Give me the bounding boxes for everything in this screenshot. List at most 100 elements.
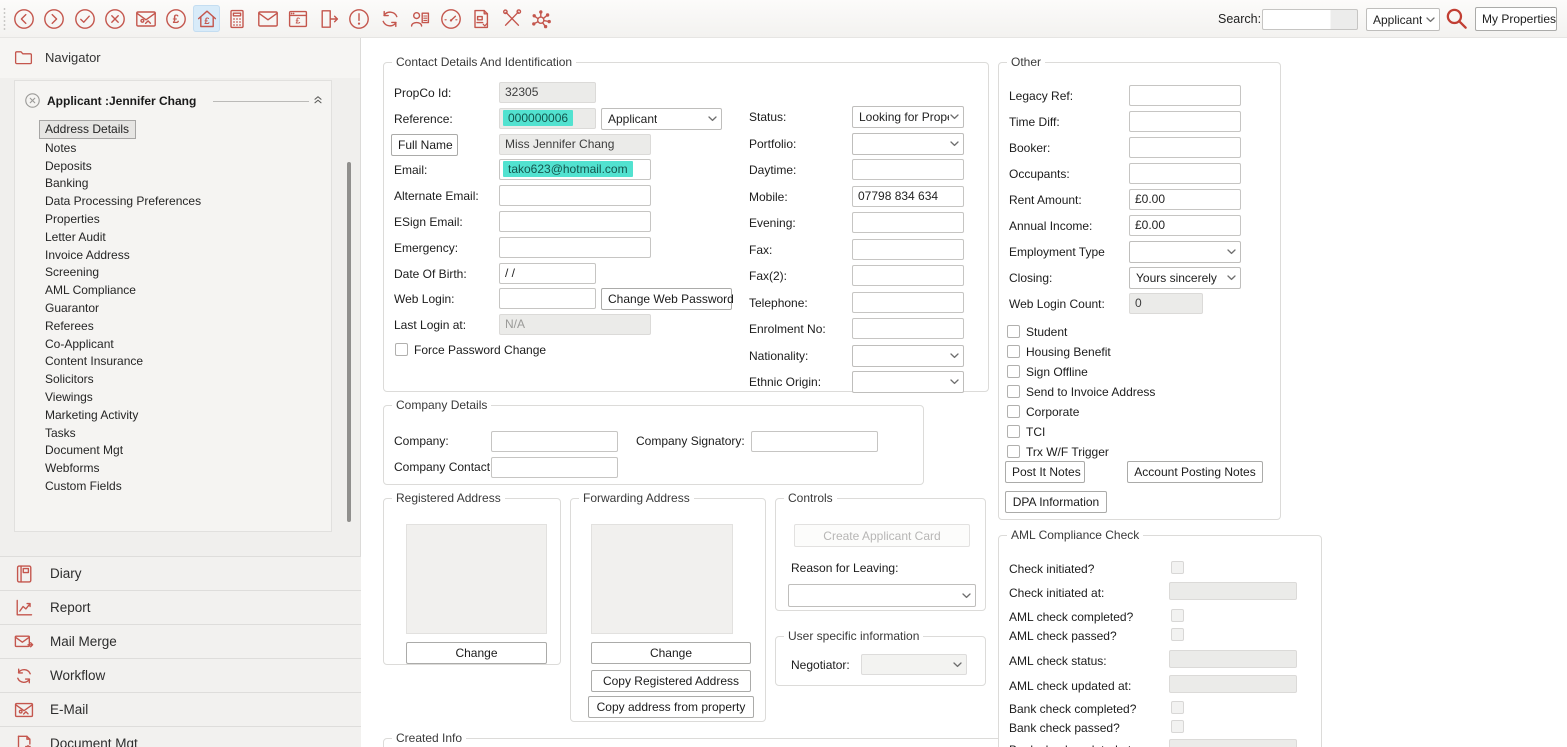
exit-door-icon[interactable]: [315, 5, 342, 32]
alternate-email-field[interactable]: [499, 185, 651, 206]
employment-type-select[interactable]: [1129, 241, 1241, 263]
annual-income-field[interactable]: £0.00: [1129, 215, 1241, 236]
sidebar-item-notes[interactable]: Notes: [45, 141, 76, 155]
sidebar-section-e-mail[interactable]: E-Mail: [0, 692, 361, 726]
legacy-ref-field[interactable]: [1129, 85, 1241, 106]
sidebar-item-data-processing-preferences[interactable]: Data Processing Preferences: [45, 194, 201, 208]
email-photo-icon[interactable]: [132, 5, 159, 32]
gauge-icon[interactable]: [437, 5, 464, 32]
company-contact-field[interactable]: [491, 457, 618, 478]
company-field[interactable]: [491, 431, 618, 452]
sidebar-item-marketing-activity[interactable]: Marketing Activity: [45, 408, 138, 422]
my-properties-button[interactable]: My Properties: [1475, 7, 1557, 31]
ethnic-origin-select[interactable]: [852, 371, 964, 393]
sidebar-section-workflow[interactable]: Workflow: [0, 658, 361, 692]
portfolio-select[interactable]: [852, 133, 964, 155]
sidebar-section-diary[interactable]: Diary: [0, 556, 361, 590]
sidebar-item-co-applicant[interactable]: Co-Applicant: [45, 337, 114, 351]
forwarding-address-change-button[interactable]: Change: [591, 642, 751, 664]
housing-benefit-checkbox[interactable]: [1007, 345, 1020, 358]
tci-checkbox[interactable]: [1007, 425, 1020, 438]
sidebar-item-content-insurance[interactable]: Content Insurance: [45, 354, 143, 368]
post-it-notes-button[interactable]: Post It Notes: [1005, 461, 1085, 483]
web-login-field[interactable]: [499, 288, 596, 309]
trx-wf-trigger-checkbox[interactable]: [1007, 445, 1020, 458]
reason-for-leaving-select[interactable]: [788, 584, 976, 607]
sidebar-item-webforms[interactable]: Webforms: [45, 461, 99, 475]
copy-registered-address-button[interactable]: Copy Registered Address: [591, 670, 751, 692]
cancel-icon[interactable]: [102, 5, 129, 32]
evening-field[interactable]: [852, 212, 964, 233]
mobile-field[interactable]: 07798 834 634: [852, 186, 964, 207]
property-pound-icon[interactable]: £: [193, 5, 220, 32]
sidebar-section-document-mgt[interactable]: Document Mgt: [0, 726, 361, 747]
sidebar-item-banking[interactable]: Banking: [45, 176, 88, 190]
sidebar-item-letter-audit[interactable]: Letter Audit: [45, 230, 106, 244]
sidebar-item-guarantor[interactable]: Guarantor: [45, 301, 99, 315]
alert-icon[interactable]: [346, 5, 373, 32]
refresh-icon[interactable]: [376, 5, 403, 32]
contact-card-icon[interactable]: [407, 5, 434, 32]
collapse-icon[interactable]: [312, 93, 324, 105]
account-posting-notes-button[interactable]: Account Posting Notes: [1127, 461, 1263, 483]
sidebar-item-invoice-address[interactable]: Invoice Address: [45, 248, 130, 262]
student-checkbox[interactable]: [1007, 325, 1020, 338]
occupants-field[interactable]: [1129, 163, 1241, 184]
search-category-select[interactable]: Applicant: [1366, 8, 1440, 31]
esign-email-field[interactable]: [499, 211, 651, 232]
dpa-information-button[interactable]: DPA Information: [1005, 491, 1107, 513]
fax-field[interactable]: [852, 239, 964, 260]
date-of-birth-field[interactable]: / /: [499, 263, 596, 284]
sidebar-item-custom-fields[interactable]: Custom Fields: [45, 479, 122, 493]
sidebar-item-document-mgt[interactable]: Document Mgt: [45, 443, 123, 457]
corporate-checkbox[interactable]: [1007, 405, 1020, 418]
sidebar-section-mail-merge[interactable]: Mail Merge: [0, 624, 361, 658]
copy-address-from-property-button[interactable]: Copy address from property: [588, 696, 754, 718]
pound-icon[interactable]: £: [163, 5, 190, 32]
sidebar-item-screening[interactable]: Screening: [45, 265, 99, 279]
nav-forward-icon[interactable]: [41, 5, 68, 32]
sidebar-item-address-details[interactable]: Address Details: [39, 120, 136, 139]
bug-icon[interactable]: [529, 5, 556, 32]
sidebar-item-properties[interactable]: Properties: [45, 212, 100, 226]
search-icon[interactable]: [1444, 6, 1470, 32]
email-field[interactable]: tako623@hotmail.com: [499, 159, 651, 180]
calculator-icon[interactable]: [224, 5, 251, 32]
nav-back-icon[interactable]: [10, 5, 37, 32]
sidebar-scrollbar[interactable]: [347, 162, 351, 522]
emergency-field[interactable]: [499, 237, 651, 258]
tools-icon[interactable]: [498, 5, 525, 32]
telephone-field[interactable]: [852, 292, 964, 313]
nationality-select[interactable]: [852, 345, 964, 367]
registered-address-change-button[interactable]: Change: [406, 642, 547, 664]
company-signatory-field[interactable]: [751, 431, 878, 452]
rent-amount-field[interactable]: £0.00: [1129, 189, 1241, 210]
booker-field[interactable]: [1129, 137, 1241, 158]
web-login-side-button[interactable]: Change Web Password: [601, 288, 732, 310]
fax-2-field[interactable]: [852, 265, 964, 286]
send-to-invoice-address-checkbox[interactable]: [1007, 385, 1020, 398]
sidebar-item-aml-compliance[interactable]: AML Compliance: [45, 283, 136, 297]
full-name-button[interactable]: Full Name: [391, 134, 458, 156]
status-select[interactable]: Looking for Proper: [852, 106, 964, 128]
sidebar-item-tasks[interactable]: Tasks: [45, 426, 76, 440]
sign-offline-checkbox[interactable]: [1007, 365, 1020, 378]
accept-icon[interactable]: [71, 5, 98, 32]
enrolment-no-field[interactable]: [852, 318, 964, 339]
sidebar-item-deposits[interactable]: Deposits: [45, 159, 92, 173]
sidebar-section-report[interactable]: Report: [0, 590, 361, 624]
close-icon[interactable]: [24, 92, 41, 109]
toolbar-grip[interactable]: [3, 7, 6, 31]
mail-icon[interactable]: [254, 5, 281, 32]
sidebar-item-referees[interactable]: Referees: [45, 319, 94, 333]
closing-select[interactable]: Yours sincerely: [1129, 267, 1241, 289]
force-password-change-checkbox[interactable]: [395, 343, 408, 356]
document-stamp-icon[interactable]: [468, 5, 495, 32]
sidebar-item-viewings[interactable]: Viewings: [45, 390, 93, 404]
payment-window-icon[interactable]: £: [285, 5, 312, 32]
search-input[interactable]: [1262, 9, 1358, 30]
time-diff-field[interactable]: [1129, 111, 1241, 132]
daytime-field[interactable]: [852, 159, 964, 180]
sidebar-item-solicitors[interactable]: Solicitors: [45, 372, 94, 386]
reference-type-select[interactable]: Applicant: [601, 108, 722, 130]
